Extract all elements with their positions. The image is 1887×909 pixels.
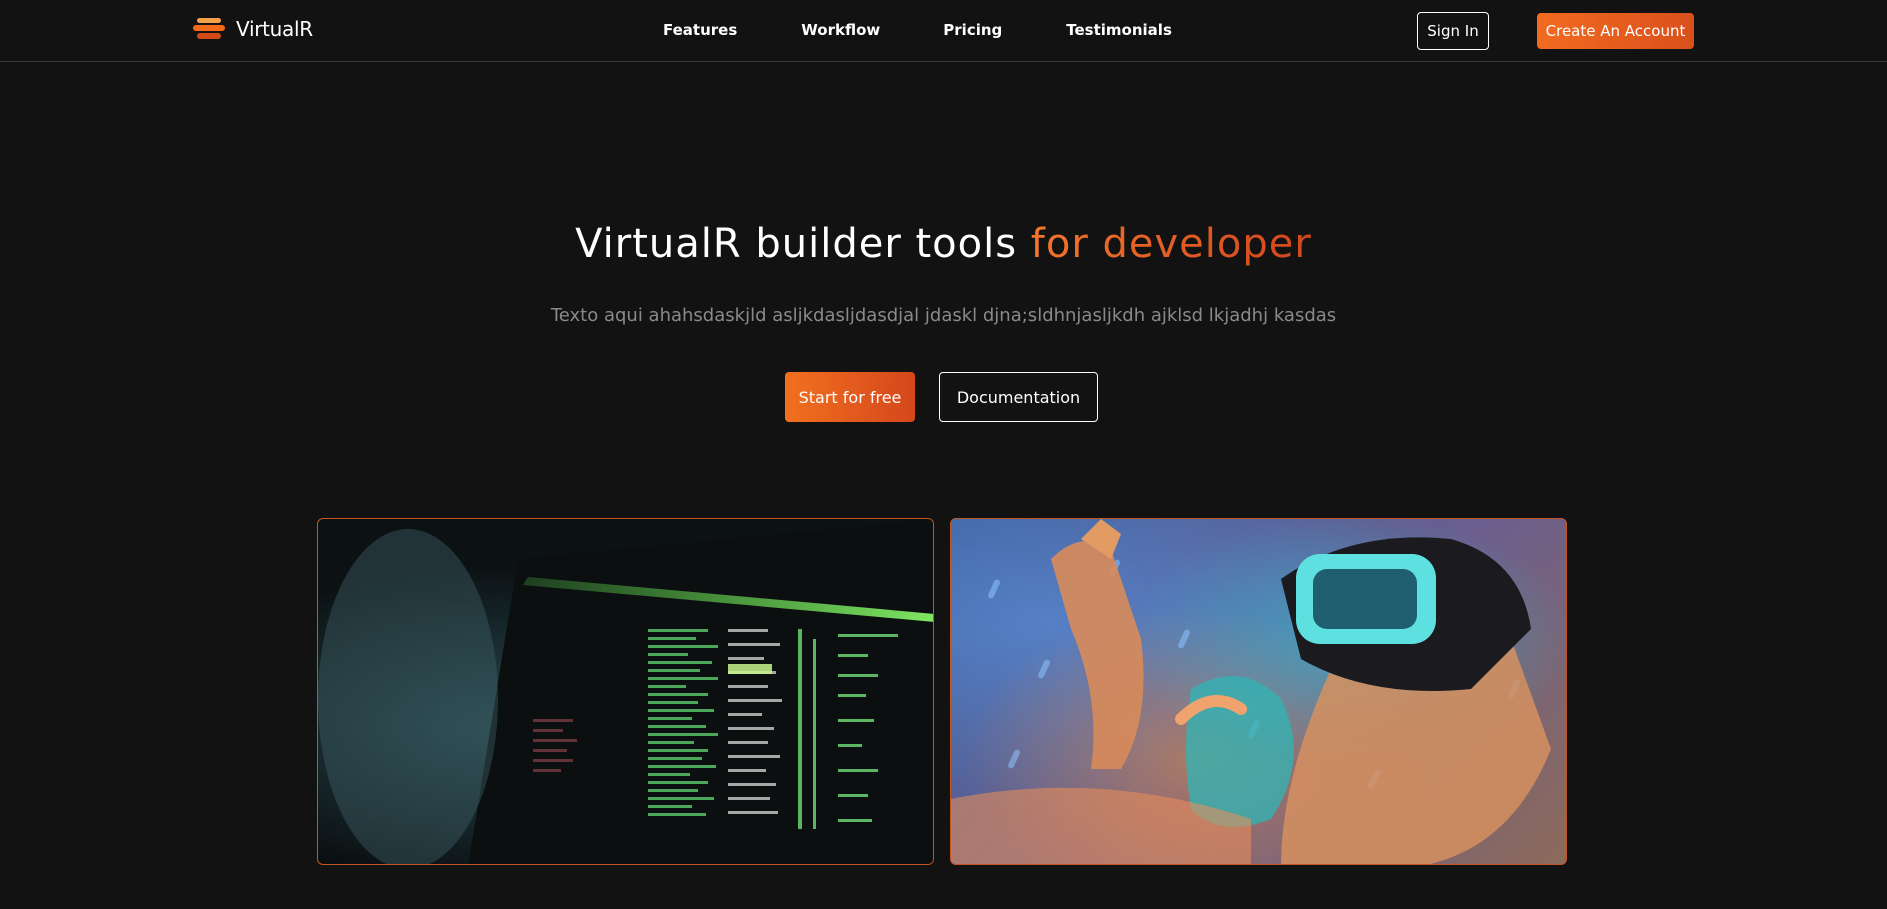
start-for-free-button[interactable]: Start for free [785, 372, 915, 422]
hero-title-main: VirtualR builder tools [575, 221, 1031, 267]
terminal-illustration [318, 519, 933, 864]
nav-link-testimonials[interactable]: Testimonials [1066, 21, 1172, 39]
vr-headset-image [950, 518, 1567, 865]
nav-links: Features Workflow Pricing Testimonials [663, 21, 1172, 39]
nav-link-pricing[interactable]: Pricing [943, 21, 1002, 39]
hero-title: VirtualR builder tools for developer [0, 213, 1887, 275]
nav-link-features[interactable]: Features [663, 21, 737, 39]
documentation-button[interactable]: Documentation [939, 372, 1098, 422]
brand[interactable]: VirtualR [192, 17, 313, 41]
vr-illustration [951, 519, 1551, 864]
sign-in-button[interactable]: Sign In [1417, 12, 1489, 50]
top-navbar: VirtualR Features Workflow Pricing Testi… [0, 0, 1887, 62]
hero-title-accent: for developer [1030, 221, 1312, 267]
brand-logo-icon [192, 17, 226, 41]
brand-name: VirtualR [236, 17, 313, 41]
hero-subtitle: Texto aqui ahahsdaskjld asljkdasljdasdja… [550, 305, 1337, 326]
create-account-button[interactable]: Create An Account [1537, 13, 1694, 49]
terminal-code-image [317, 518, 934, 865]
nav-link-workflow[interactable]: Workflow [801, 21, 880, 39]
